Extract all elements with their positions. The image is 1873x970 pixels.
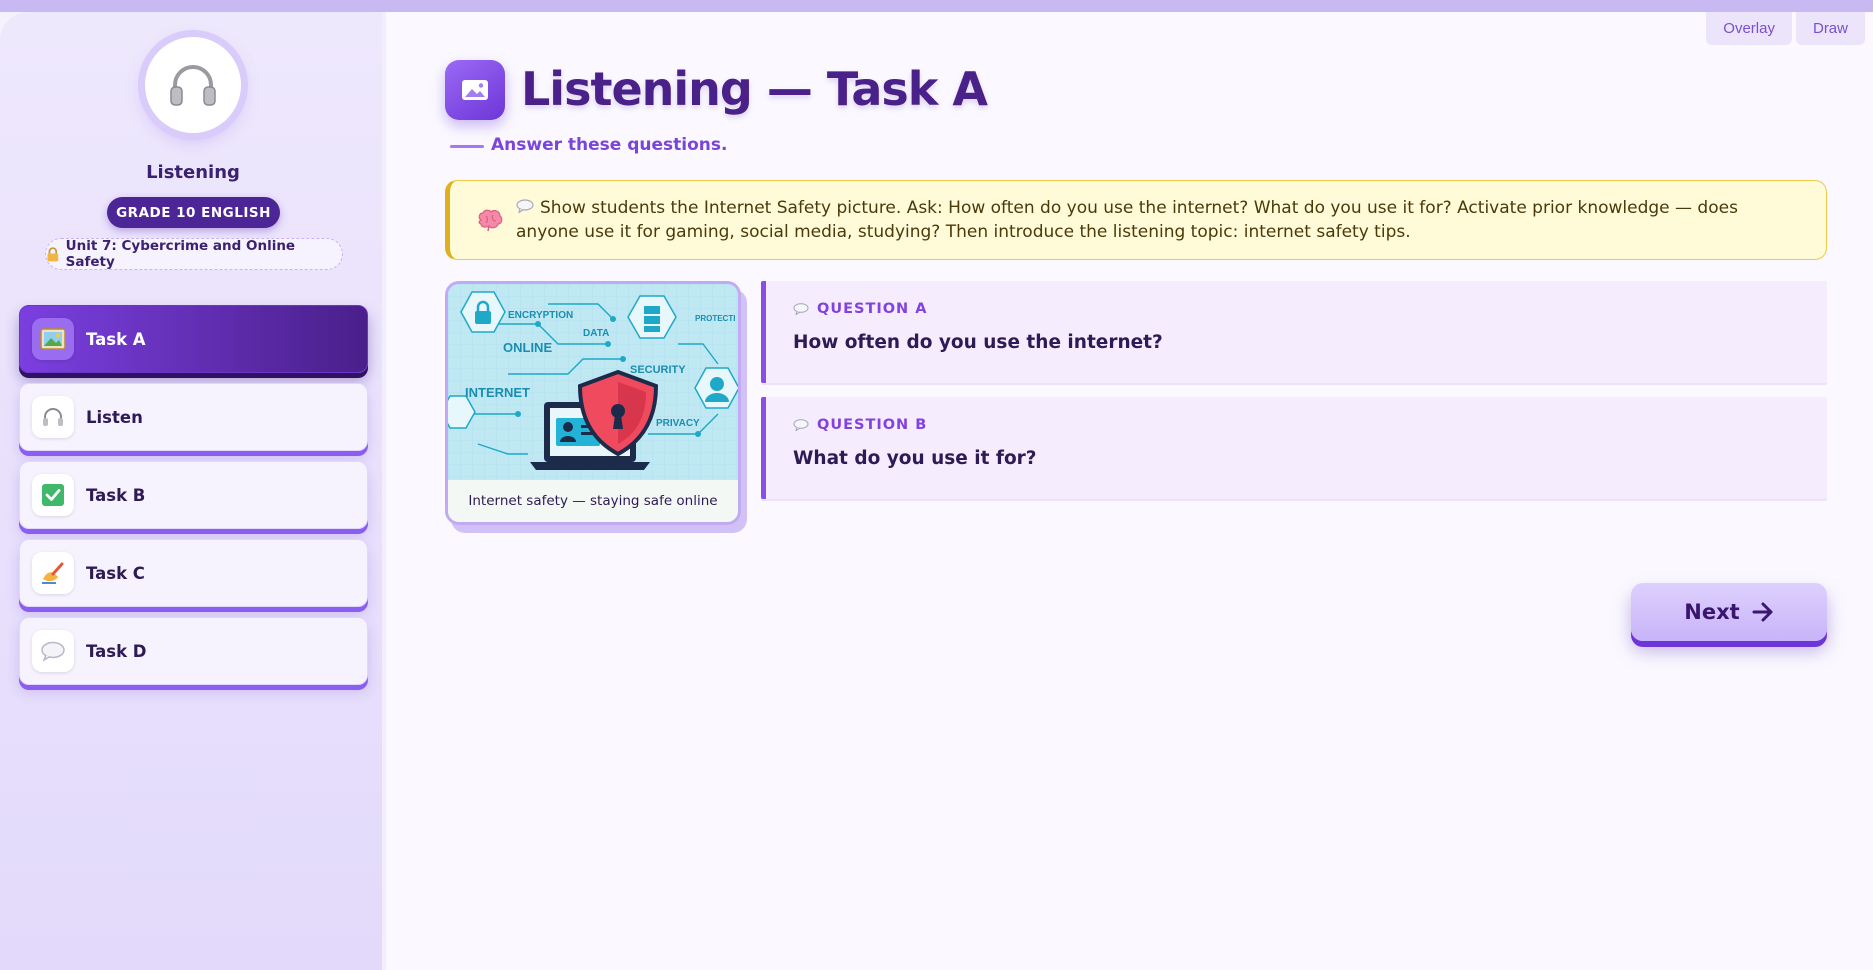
page-subtitle: Answer these questions. <box>491 135 728 155</box>
internet-safety-illustration: ENCRYPTION DATA ONLINE INTERNET SECURITY… <box>448 284 738 480</box>
unit-label: Unit 7: Cybercrime and Online Safety <box>65 238 296 270</box>
picture-icon <box>445 60 505 120</box>
sidebar: Listening GRADE 10 ENGLISH Unit 7: Cyber… <box>0 12 386 970</box>
nav-item-label: Task B <box>86 485 146 505</box>
question-card-b: QUESTION B What do you use it for? <box>761 397 1827 499</box>
svg-text:PRIVACY: PRIVACY <box>656 418 700 429</box>
nav-item-task-b[interactable]: Task B <box>19 461 368 529</box>
nav-item-label: Task D <box>86 641 147 661</box>
svg-text:ENCRYPTION: ENCRYPTION <box>508 310 573 321</box>
teacher-tip-text: Show students the Internet Safety pictur… <box>516 198 1738 242</box>
speech-bubble-icon <box>516 196 534 220</box>
check-box-icon <box>32 474 74 516</box>
svg-text:PROTECTI: PROTECTI <box>695 314 735 323</box>
nav-item-listen[interactable]: Listen <box>19 383 368 451</box>
nav-item-label: Task A <box>86 329 146 349</box>
arrow-right-icon <box>1752 602 1773 622</box>
question-a-label: QUESTION A <box>793 301 927 317</box>
next-button-label: Next <box>1684 600 1740 624</box>
image-caption: Internet safety — staying safe online <box>448 480 738 522</box>
top-toolbar: Overlay Draw <box>1706 12 1865 45</box>
subtitle-divider <box>450 145 484 148</box>
internet-safety-image-card: ENCRYPTION DATA ONLINE INTERNET SECURITY… <box>445 281 741 525</box>
nav-item-task-a[interactable]: Task A <box>19 305 368 373</box>
svg-text:INTERNET: INTERNET <box>465 385 530 400</box>
nav-item-label: Listen <box>86 407 143 427</box>
nav-item-task-d[interactable]: Task D <box>19 617 368 685</box>
question-card-a: QUESTION A How often do you use the inte… <box>761 281 1827 383</box>
nav-item-label: Task C <box>86 563 145 583</box>
picture-icon <box>32 318 74 360</box>
task-nav: Task A Listen Task B Task C Task D <box>19 305 368 695</box>
svg-text:ONLINE: ONLINE <box>503 340 552 355</box>
svg-text:SECURITY: SECURITY <box>630 364 686 376</box>
page-title: Listening — Task A <box>521 62 988 116</box>
headphones-avatar <box>145 37 241 133</box>
sidebar-title: Listening <box>146 162 240 183</box>
next-button[interactable]: Next <box>1631 583 1827 641</box>
headphones-icon <box>32 396 74 438</box>
main-content: Listening — Task A Answer these question… <box>386 12 1873 970</box>
brain-icon <box>476 208 516 232</box>
lock-icon <box>47 246 59 261</box>
question-b-text: What do you use it for? <box>793 448 1037 469</box>
svg-text:DATA: DATA <box>583 328 609 339</box>
question-label-text: QUESTION A <box>817 301 928 317</box>
unit-pill: Unit 7: Cybercrime and Online Safety <box>45 238 343 270</box>
teacher-tip-body: Show students the Internet Safety pictur… <box>516 196 1826 244</box>
overlay-button[interactable]: Overlay <box>1706 12 1792 45</box>
draw-button[interactable]: Draw <box>1795 12 1865 45</box>
nav-item-task-c[interactable]: Task C <box>19 539 368 607</box>
writing-hand-icon <box>32 552 74 594</box>
headphones-icon <box>170 65 216 106</box>
speech-bubble-icon <box>32 630 74 672</box>
question-label-text: QUESTION B <box>817 417 928 433</box>
speech-bubble-icon <box>793 419 809 431</box>
grade-badge: GRADE 10 ENGLISH <box>107 197 280 228</box>
question-b-label: QUESTION B <box>793 417 927 433</box>
question-a-text: How often do you use the internet? <box>793 332 1163 353</box>
teacher-tip: Show students the Internet Safety pictur… <box>445 180 1827 260</box>
app-window: Overlay Draw Listening GRADE 10 ENGLISH … <box>0 12 1873 970</box>
speech-bubble-icon <box>793 303 809 315</box>
